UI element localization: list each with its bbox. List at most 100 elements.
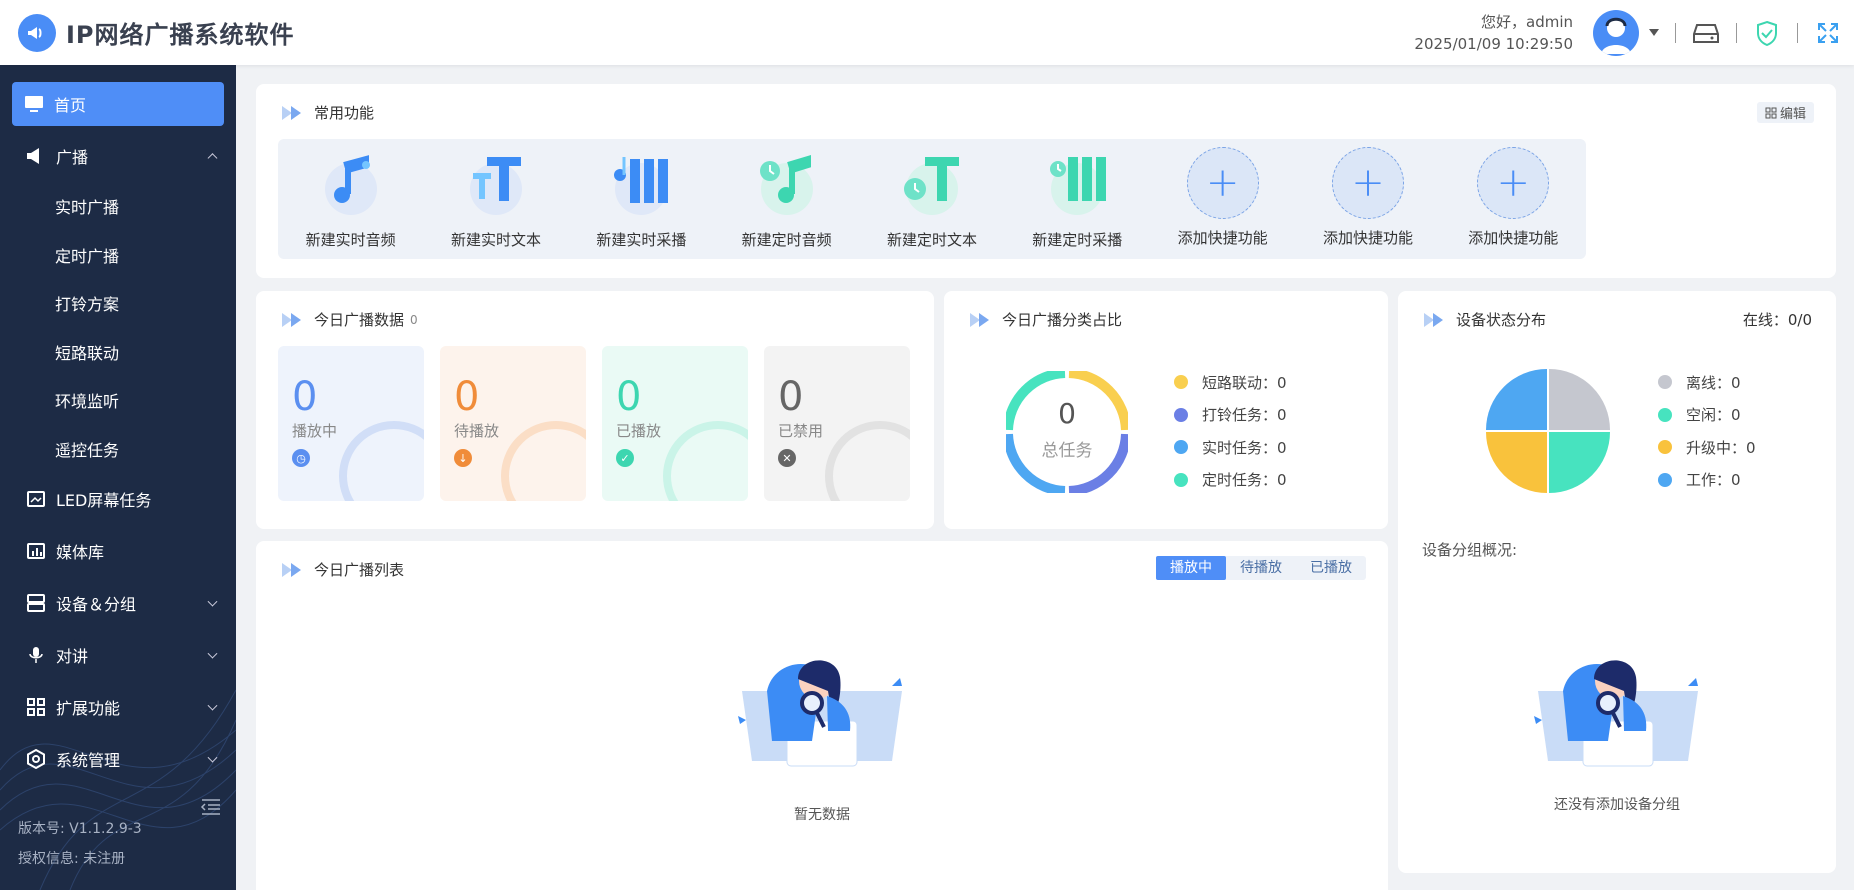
- quick-new-timed-text[interactable]: 新建定时文本: [859, 139, 1004, 259]
- sidebar-item-home[interactable]: 首页: [12, 82, 224, 126]
- double-arrow-icon: [282, 562, 304, 577]
- quick-label: 新建定时音频: [741, 231, 832, 249]
- legend-item: 短路联动：0: [1174, 366, 1287, 399]
- stat-playing[interactable]: 0 播放中 ◷: [278, 346, 424, 501]
- sidebar-item-intercom[interactable]: 对讲: [0, 629, 236, 681]
- pie-slice-upgrading: [1486, 432, 1547, 493]
- sidebar-subitem-short-circuit[interactable]: 短路联动: [0, 328, 236, 377]
- fullscreen-icon[interactable]: [1814, 19, 1842, 47]
- total-value: 0: [1058, 397, 1076, 430]
- quick-add-shortcut[interactable]: + 添加快捷功能: [1295, 139, 1440, 259]
- device-status-title: 设备状态分布: [1456, 311, 1547, 329]
- legend-item: 工作：0: [1658, 464, 1756, 497]
- online-count: 在线：0/0: [1742, 311, 1812, 329]
- sidebar-item-extensions[interactable]: 扩展功能: [0, 681, 236, 733]
- chevron-down-icon: [207, 752, 218, 763]
- quick-new-realtime-text[interactable]: 新建实时文本: [423, 139, 568, 259]
- sidebar-subitem-realtime[interactable]: 实时广播: [0, 182, 236, 231]
- stat-disabled[interactable]: 0 已禁用 ✕: [764, 346, 910, 501]
- legend-item: 打铃任务：0: [1174, 399, 1287, 432]
- license-info: 授权信息: 未注册: [18, 851, 126, 867]
- stat-played[interactable]: 0 已播放 ✓: [602, 346, 748, 501]
- datetime-text: 2025/01/09 10:29:50: [1414, 34, 1573, 53]
- quick-new-realtime-audio[interactable]: 新建实时音频: [278, 139, 423, 259]
- total-label: 总任务: [1041, 441, 1093, 461]
- capture-icon: [604, 147, 678, 221]
- sidebar-item-system[interactable]: 系统管理: [0, 733, 236, 785]
- category-legend: 短路联动：0 打铃任务：0 实时任务：0 定时任务：0: [1174, 366, 1287, 496]
- app-title: IP网络广播系统软件: [66, 21, 295, 49]
- legend-item: 实时任务：0: [1174, 431, 1287, 464]
- quick-new-timed-audio[interactable]: 新建定时音频: [714, 139, 859, 259]
- timed-text-icon: [895, 147, 969, 221]
- legend-swatch: [1174, 472, 1188, 487]
- legend-item: 离线：0: [1658, 366, 1756, 399]
- check-icon: ✓: [616, 449, 634, 467]
- sidebar-item-broadcast[interactable]: 广播: [0, 130, 236, 182]
- user-greeting: 您好，admin 2025/01/09 10:29:50: [1414, 11, 1573, 55]
- legend-swatch: [1658, 375, 1672, 390]
- quick-label: 新建定时采播: [1032, 231, 1123, 249]
- legend-label: 打铃任务：0: [1202, 406, 1287, 425]
- quick-new-realtime-capture[interactable]: 新建实时采播: [569, 139, 714, 259]
- avatar[interactable]: [1593, 9, 1639, 56]
- chevron-down-icon: [207, 596, 218, 607]
- stat-value: 0: [454, 374, 480, 420]
- empty-illustration-icon: [738, 660, 902, 767]
- sidebar-subitem-bell[interactable]: 打铃方案: [0, 279, 236, 328]
- stat-value: 0: [778, 374, 804, 420]
- quick-label: 新建定时文本: [886, 231, 977, 249]
- list-empty-text: 暂无数据: [794, 807, 850, 823]
- quick-add-shortcut[interactable]: + 添加快捷功能: [1441, 139, 1586, 259]
- sidebar-item-label: 广播: [56, 148, 89, 167]
- quick-add-shortcut[interactable]: + 添加快捷功能: [1150, 139, 1295, 259]
- tab-pending[interactable]: 待播放: [1226, 556, 1296, 580]
- tab-played[interactable]: 已播放: [1296, 556, 1366, 580]
- edit-button[interactable]: 编辑: [1756, 102, 1814, 123]
- sidebar-item-label: 系统管理: [56, 751, 121, 770]
- double-arrow-icon: [282, 105, 304, 120]
- stat-pending[interactable]: 0 待播放 ↓: [440, 346, 586, 501]
- shield-check-icon[interactable]: [1753, 19, 1781, 47]
- tab-playing[interactable]: 播放中: [1156, 556, 1226, 580]
- sidebar-item-led[interactable]: LED屏幕任务: [0, 473, 236, 525]
- close-icon: ✕: [778, 449, 796, 467]
- divider: [1675, 22, 1676, 43]
- empty-illustration-icon: [1534, 660, 1698, 767]
- led-screen-icon: [26, 489, 46, 509]
- pie-slice-idle: [1549, 432, 1610, 493]
- card-title: 今日广播分类占比: [970, 309, 1122, 330]
- sidebar: 首页 广播 实时广播 定时广播 打铃方案 短路联动 环境监听 遥控任务 LED屏…: [0, 65, 236, 890]
- media-library-icon: [26, 541, 46, 561]
- legend-swatch: [1658, 472, 1672, 487]
- sidebar-subitem-remote[interactable]: 遥控任务: [0, 425, 236, 474]
- chevron-down-icon: [207, 648, 218, 659]
- group-empty-text: 还没有添加设备分组: [1554, 797, 1680, 813]
- device-status-card: 设备状态分布 在线：0/0 离线：0 空闲：0 升级中：0 工作：0 设备分组概…: [1398, 291, 1836, 873]
- monitor-icon: [24, 94, 44, 114]
- legend-label: 实时任务：0: [1202, 438, 1287, 457]
- greeting-text: 您好，admin: [1481, 12, 1573, 31]
- legend-swatch: [1174, 407, 1188, 422]
- quick-new-timed-capture[interactable]: 新建定时采播: [1005, 139, 1150, 259]
- pie-slice-offline: [1549, 369, 1610, 430]
- sidebar-item-devices[interactable]: 设备＆分组: [0, 577, 236, 629]
- stat-label: 待播放: [454, 422, 500, 440]
- collapse-menu-icon[interactable]: [200, 798, 222, 820]
- stat-label: 播放中: [292, 422, 338, 440]
- top-header: IP网络广播系统软件 您好，admin 2025/01/09 10:29:50: [0, 0, 1854, 65]
- microphone-icon: [26, 645, 46, 665]
- download-icon: ↓: [454, 449, 472, 467]
- megaphone-icon: [26, 146, 46, 166]
- quick-label: 添加快捷功能: [1322, 229, 1413, 247]
- sidebar-item-label: 媒体库: [56, 543, 105, 562]
- broadcast-list-card: 今日广播列表 播放中 待播放 已播放 暂无数据: [256, 541, 1388, 890]
- sidebar-subitem-monitor[interactable]: 环境监听: [0, 376, 236, 425]
- sidebar-subitem-scheduled[interactable]: 定时广播: [0, 231, 236, 280]
- sidebar-item-media[interactable]: 媒体库: [0, 525, 236, 577]
- edit-label: 编辑: [1779, 107, 1806, 122]
- storage-icon[interactable]: [1692, 19, 1720, 47]
- double-arrow-icon: [970, 312, 992, 327]
- chevron-down-icon[interactable]: [1649, 29, 1659, 36]
- device-pie-chart: [1486, 369, 1610, 493]
